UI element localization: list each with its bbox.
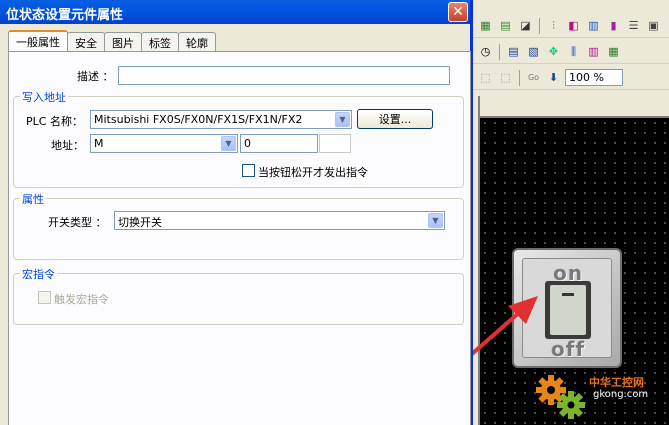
- numbers-icon[interactable]: ▤: [505, 43, 522, 60]
- address-extra-field: [319, 134, 351, 153]
- move-icon[interactable]: ✥: [545, 43, 562, 60]
- tab-outline[interactable]: 轮廓: [178, 32, 216, 51]
- close-button[interactable]: ✕: [448, 2, 468, 22]
- sliders-icon[interactable]: ⫼: [565, 43, 582, 60]
- tab-panel-general: 描述 ： 写入地址 PLC 名称： Mitsubishi FX0S/FX0N/F…: [8, 51, 471, 425]
- toolbar-row-2: ◷ ▤ ▧ ✥ ⫼ ▥ ▦: [473, 40, 669, 64]
- switch-type-label: 开关类型 ：: [48, 216, 107, 229]
- switch-type-select[interactable]: 切换开关 ▼: [114, 211, 445, 230]
- toolbar-separator: [519, 69, 520, 86]
- canvas-frame: [473, 96, 669, 118]
- watermark: 中华工控网 gkong.com: [533, 372, 669, 425]
- properties-dialog: 位状态设置元件属性 ✕ 一般属性 安全 图片 标签 轮廓 描述 ： 写入地址 P…: [0, 0, 473, 425]
- chart-icon[interactable]: ▦: [605, 43, 622, 60]
- group-icon[interactable]: ⬚: [477, 69, 494, 86]
- ungroup-icon[interactable]: ⬚: [497, 69, 514, 86]
- bar-chart-icon[interactable]: ▥: [585, 43, 602, 60]
- switch-rocker: [545, 281, 591, 339]
- chevron-down-icon[interactable]: ▼: [221, 136, 236, 151]
- toolbar-separator: [499, 43, 500, 60]
- address-label: 地址：: [51, 139, 84, 152]
- tab-general[interactable]: 一般属性: [8, 30, 68, 51]
- layer-icon[interactable]: ◧: [565, 17, 582, 34]
- switch-rocker-face: [550, 285, 586, 335]
- trigger-macro-checkbox[interactable]: [38, 291, 51, 304]
- toolbar-separator: [539, 17, 540, 34]
- dialog-titlebar[interactable]: 位状态设置元件属性 ✕: [0, 0, 470, 24]
- macro-group: 宏指令 触发宏指令: [13, 266, 464, 325]
- watermark-url: gkong.com: [593, 389, 649, 400]
- address-type-select[interactable]: M ▼: [90, 134, 238, 153]
- zoom-icon[interactable]: ⬇: [545, 69, 562, 86]
- attributes-title: 属性: [20, 191, 46, 207]
- align-icon[interactable]: ⫶: [545, 17, 562, 34]
- plc-name-value: Mitsubishi FX0S/FX0N/FX1S/FX1N/FX2: [94, 113, 303, 126]
- macro-title: 宏指令: [20, 266, 57, 282]
- tab-picture[interactable]: 图片: [104, 32, 142, 51]
- description-label: 描述 ：: [77, 70, 114, 83]
- toolbar-row-1: ▦ ▤ ◪ ⫶ ◧ ▥ ▮ ☰ ▣: [473, 14, 669, 38]
- watermark-brand: 中华工控网: [589, 376, 644, 389]
- address-value-input[interactable]: 0: [240, 134, 318, 153]
- tab-strip: 一般属性 安全 图片 标签 轮廓: [8, 30, 216, 52]
- plc-name-label: PLC 名称：: [26, 115, 83, 128]
- settings-button[interactable]: 设置...: [357, 109, 433, 129]
- plc-name-select[interactable]: Mitsubishi FX0S/FX0N/FX1S/FX1N/FX2 ▼: [90, 110, 352, 129]
- switch-type-value: 切换开关: [118, 216, 162, 229]
- toolbar-row-3: ⬚ ⬚ Go ⬇ 100 %: [473, 66, 669, 90]
- close-icon: ✕: [452, 4, 464, 20]
- chevron-down-icon[interactable]: ▼: [335, 112, 350, 127]
- list-icon[interactable]: ☰: [625, 17, 642, 34]
- tab-security[interactable]: 安全: [67, 32, 105, 51]
- attributes-group: 属性 开关类型 ： 切换开关 ▼: [13, 191, 464, 260]
- dialog-title: 位状态设置元件属性: [6, 8, 124, 23]
- books-icon[interactable]: ▮: [605, 17, 622, 34]
- table-icon[interactable]: ▦: [477, 17, 494, 34]
- tab-label[interactable]: 标签: [141, 32, 179, 51]
- zoom-level-input[interactable]: 100 %: [565, 69, 623, 86]
- release-trigger-label: 当按钮松开才发出指令: [258, 166, 368, 179]
- write-address-group: 写入地址 PLC 名称： Mitsubishi FX0S/FX0N/FX1S/F…: [13, 89, 464, 188]
- go-icon[interactable]: Go: [525, 69, 542, 86]
- bar-chart-icon[interactable]: ▥: [585, 17, 602, 34]
- description-input[interactable]: [118, 66, 450, 85]
- grid-icon[interactable]: ▤: [497, 17, 514, 34]
- switch-indicator: [562, 293, 574, 296]
- register-icon[interactable]: ▧: [525, 43, 542, 60]
- write-address-title: 写入地址: [20, 89, 68, 105]
- address-type-value: M: [94, 137, 104, 150]
- window-icon[interactable]: ▣: [645, 17, 662, 34]
- chevron-down-icon[interactable]: ▼: [428, 213, 443, 228]
- trigger-macro-label: 触发宏指令: [54, 293, 109, 306]
- clock-icon[interactable]: ◷: [477, 43, 494, 60]
- release-trigger-checkbox[interactable]: [242, 164, 255, 177]
- paint-icon[interactable]: ◪: [517, 17, 534, 34]
